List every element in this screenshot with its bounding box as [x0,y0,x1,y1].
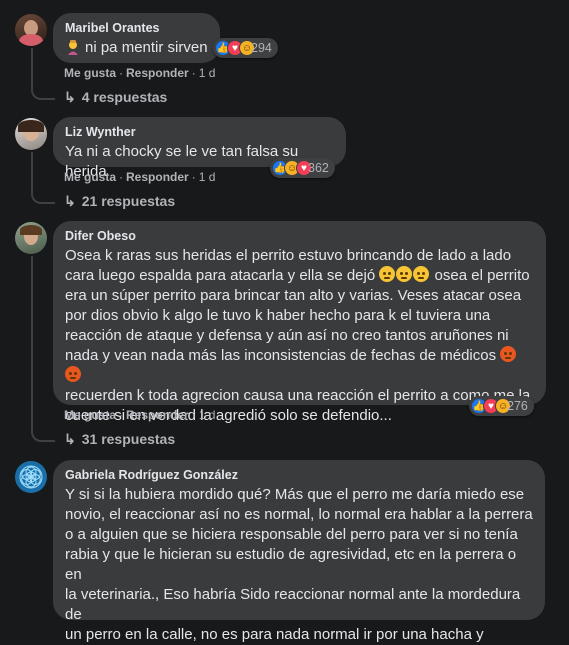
flower-of-life-icon [19,465,43,489]
comment-author[interactable]: Difer Obeso [65,229,534,243]
reaction-summary[interactable]: 👍 ☺ ♥ 362 [270,158,335,178]
avatar[interactable] [15,14,47,46]
comment-line: recuerden k toda agrecion causa una reac… [65,387,531,404]
avatar[interactable] [15,461,47,493]
angry-emoji-icon [65,366,81,382]
comment-line: la veterinaria., Eso habría Sido reaccio… [65,586,521,623]
thread-connector [31,74,55,100]
reaction-count: 294 [251,41,272,55]
reaction-summary[interactable]: 👍 ♥ ☺ 294 [213,38,278,58]
view-replies-link[interactable]: ↳ 4 respuestas [64,89,167,106]
reply-button[interactable]: Responder [126,170,189,184]
reaction-count: 276 [507,399,528,413]
reply-button[interactable]: Responder [126,66,189,80]
replies-count: 4 respuestas [81,89,168,105]
reply-button[interactable]: Responder [126,408,189,422]
view-replies-link[interactable]: ↳ 21 respuestas [64,193,175,210]
comment-actions: Me gusta · Responder · 1 d [64,408,216,422]
reaction-count: 362 [308,161,329,175]
comment-bubble: Gabriela Rodríguez González Y si si la h… [53,460,545,643]
like-button[interactable]: Me gusta [64,408,116,422]
like-button[interactable]: Me gusta [64,66,116,80]
comment-timestamp[interactable]: 1 d [199,170,216,184]
reply-arrow-icon: ↳ [64,89,76,105]
angry-emoji-icon [500,346,517,362]
comment-text: Y si si la hubiera mordido qué? Más que … [65,485,533,645]
comment-line: era un súper perrito para brincar tan al… [65,287,522,304]
thread-line [31,256,33,416]
comment-line: cara luego espalda para atacarla y ella … [65,266,534,286]
replies-count: 21 respuestas [81,193,176,209]
comment-line: o a alguien que se hiciera responsable d… [65,526,518,543]
reply-arrow-icon: ↳ [64,193,76,209]
view-replies-link[interactable]: ↳ 31 respuestas [64,431,175,448]
replies-count: 31 respuestas [81,431,176,447]
comment-line: novio, el reaccionar así no es normal, l… [65,506,533,523]
avatar[interactable] [15,118,47,150]
rolling-eyes-emoji-icon [413,266,430,282]
comment-text: ni pa mentir sirven [65,38,208,58]
avatar[interactable] [15,222,47,254]
comment-author[interactable]: Maribel Orantes [65,21,208,35]
like-button[interactable]: Me gusta [64,170,116,184]
comment-author[interactable]: Liz Wynther [65,125,334,139]
rolling-eyes-emoji-icon [396,266,413,282]
comment-line: Y si si la hubiera mordido qué? Más que … [65,486,525,503]
comment-line: por dios obvio k algo le tuvo k haber he… [65,307,491,324]
comment-line-part: nada y vean nada más las inconsistencias… [65,347,497,364]
comment-bubble: Maribel Orantes ni pa mentir sirven [53,13,220,63]
comment-line-part: cara luego espalda para atacarla y ella … [65,267,376,284]
comment-text-body: ni pa mentir sirven [85,39,208,56]
comment-line: rabia y que le hicieran su estudio de ag… [65,546,517,583]
comment-line: Osea k raras sus heridas el perrito estu… [65,247,512,264]
comment-line: un perro en la calle, no es para nada no… [65,626,484,643]
reply-arrow-icon: ↳ [64,431,76,447]
comment-author[interactable]: Gabriela Rodríguez González [65,468,533,482]
comment-line: nada y vean nada más las inconsistencias… [65,346,534,386]
comment-timestamp[interactable]: 1 d [199,408,216,422]
comment-line-part: osea el perrito [434,267,530,284]
comment-actions: Me gusta · Responder · 1 d [64,66,216,80]
comment-actions: Me gusta · Responder · 1 d [64,170,216,184]
comment-bubble: Difer Obeso Osea k raras sus heridas el … [53,221,546,424]
comment-text: Osea k raras sus heridas el perrito estu… [65,246,534,426]
thread-connector [31,178,55,204]
comment-timestamp[interactable]: 1 d [199,66,216,80]
rolling-eyes-emoji-icon [379,266,396,282]
thread-connector [31,412,55,442]
comment-line: reacción de ataque y defensa y aún así n… [65,327,509,344]
reaction-summary[interactable]: 👍 ♥ ☺ 276 [469,396,534,416]
woman-facepalming-icon [65,39,81,55]
